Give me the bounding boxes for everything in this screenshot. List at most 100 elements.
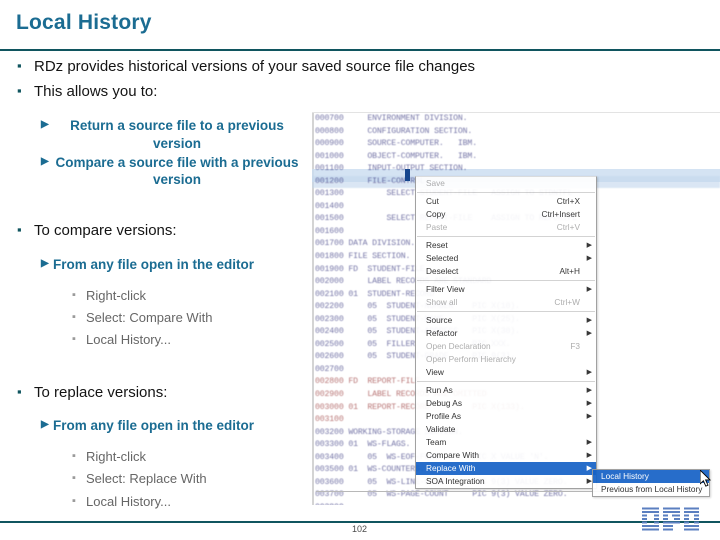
menu-item-copy[interactable]: Copy Ctrl+Insert: [416, 208, 596, 221]
menu-item-filter-view[interactable]: Filter View ▶: [416, 283, 596, 296]
code-line: 000900 SOURCE-COMPUTER. IBM.: [315, 139, 477, 149]
list-item: ▪ Right-click: [0, 285, 330, 307]
arrow-bullet-icon: ▶: [41, 257, 49, 269]
list-item: ▪ Select: Compare With: [0, 307, 330, 329]
footer-divider: [0, 521, 720, 523]
ibm-logo-icon: [642, 507, 699, 531]
text-caret: [405, 169, 410, 181]
arrow-bullet-icon: ▶: [41, 155, 49, 167]
list-item: ▶ From any file open in the editor: [0, 417, 288, 435]
chevron-right-icon: ▶: [586, 242, 592, 249]
code-line: 000700 ENVIRONMENT DIVISION.: [315, 114, 468, 123]
menu-item-shortcut: Ctrl+Insert: [541, 209, 581, 219]
menu-item-label: Save: [426, 178, 445, 188]
menu-item-save: Save: [416, 177, 596, 190]
menu-item-run-as[interactable]: Run As ▶: [416, 384, 596, 397]
context-menu[interactable]: Save Cut Ctrl+X Copy Ctrl+Insert Paste Ctrl+V R…: [415, 176, 597, 489]
page-title: Local History: [16, 11, 152, 34]
menu-item-profile-as[interactable]: Profile As ▶: [416, 410, 596, 423]
menu-item-label: Previous from Local History: [601, 484, 703, 494]
menu-item-refactor[interactable]: Refactor ▶: [416, 327, 596, 340]
square-bullet-icon: ▪: [72, 333, 76, 346]
menu-item-source[interactable]: Source ▶: [416, 314, 596, 327]
list-item-label: To replace versions:: [34, 383, 168, 401]
code-line: 001000 OBJECT-COMPUTER. IBM.: [315, 151, 477, 161]
menu-item-paste: Paste Ctrl+V: [416, 221, 596, 234]
list-item-label: Right-click: [86, 448, 146, 464]
list-item: ▪ Local History...: [0, 329, 330, 351]
list-item: ▪ Select: Replace With: [0, 468, 330, 490]
menu-item-view[interactable]: View ▶: [416, 366, 596, 379]
menu-item-replace-with[interactable]: Replace With ▶: [416, 462, 596, 475]
menu-item-compare-with[interactable]: Compare With ▶: [416, 449, 596, 462]
menu-separator: [417, 192, 595, 193]
chevron-right-icon: ▶: [586, 452, 592, 459]
menu-item-label: Profile As: [426, 411, 462, 421]
square-bullet-icon: ▪: [72, 449, 76, 462]
list-item: ▪ RDz provides historical versions of yo…: [0, 56, 475, 77]
menu-item-open-perform-hierarchy: Open Perform Hierarchy: [416, 353, 596, 366]
menu-item-reset[interactable]: Reset ▶: [416, 239, 596, 252]
menu-item-label: Local History: [601, 471, 649, 481]
slide-canvas: Local History ▪ RDz provides historical …: [0, 0, 720, 540]
menu-item-debug-as[interactable]: Debug As ▶: [416, 397, 596, 410]
menu-item-previous-from-local-history[interactable]: Previous from Local History: [593, 483, 709, 496]
menu-separator: [417, 381, 595, 382]
menu-item-validate[interactable]: Validate: [416, 423, 596, 436]
menu-item-show-all: Show all Ctrl+W: [416, 296, 596, 309]
list-item-label: Compare a source file with a previous ve…: [55, 154, 299, 188]
list-item-label: Select: Replace With: [86, 471, 207, 487]
list-item: ▶ From any file open in the editor: [0, 256, 288, 274]
menu-item-team[interactable]: Team ▶: [416, 436, 596, 449]
menu-item-label: Deselect: [426, 266, 459, 276]
list-item-label: This allows you to:: [34, 83, 158, 101]
menu-separator: [417, 311, 595, 312]
chevron-right-icon: ▶: [586, 439, 592, 446]
menu-item-label: Team: [426, 437, 447, 447]
editor-horizontal-separator: [316, 491, 632, 492]
list-item-label: Select: Compare With: [86, 310, 213, 326]
menu-item-label: Reset: [426, 240, 448, 250]
context-submenu-replace-with[interactable]: Local History Previous from Local History: [592, 469, 710, 497]
menu-item-label: View: [426, 367, 444, 377]
arrow-bullet-icon: ▶: [41, 419, 49, 431]
menu-item-soa-integration[interactable]: SOA Integration ▶: [416, 475, 596, 488]
menu-item-label: Paste: [426, 222, 448, 232]
menu-item-shortcut: Alt+H: [559, 266, 580, 276]
list-item-label: From any file open in the editor: [53, 418, 255, 434]
menu-item-deselect[interactable]: Deselect Alt+H: [416, 265, 596, 278]
list-item-label: Right-click: [86, 287, 146, 303]
chevron-right-icon: ▶: [586, 400, 592, 407]
menu-item-shortcut: Ctrl+X: [556, 196, 580, 206]
list-item: ▪ This allows you to:: [0, 81, 330, 102]
page-number: 102: [352, 524, 368, 534]
list-item-label: To compare versions:: [34, 222, 177, 240]
square-bullet-icon: ▪: [17, 58, 22, 73]
menu-item-shortcut: Ctrl+W: [554, 297, 580, 307]
chevron-right-icon: ▶: [586, 387, 592, 394]
list-item-label: Local History...: [86, 332, 172, 348]
menu-item-cut[interactable]: Cut Ctrl+X: [416, 195, 596, 208]
menu-item-local-history[interactable]: Local History: [593, 470, 709, 483]
square-bullet-icon: ▪: [17, 83, 22, 99]
chevron-right-icon: ▶: [586, 330, 592, 337]
menu-item-label: Compare With: [426, 450, 480, 460]
menu-item-label: Open Declaration: [426, 341, 491, 351]
chevron-right-icon: ▶: [586, 286, 592, 293]
square-bullet-icon: ▪: [72, 288, 76, 301]
list-item-label: Return a source file to a previous versi…: [70, 117, 284, 151]
menu-item-label: Run As: [426, 385, 453, 395]
list-item-label: RDz provides historical versions of your…: [34, 58, 476, 75]
menu-item-selected[interactable]: Selected ▶: [416, 252, 596, 265]
list-item: ▶ Compare a source file with a previous …: [0, 154, 301, 190]
menu-item-label: Cut: [426, 196, 439, 206]
menu-item-label: SOA Integration: [426, 476, 485, 486]
menu-item-label: Filter View: [426, 284, 465, 294]
arrow-bullet-icon: ▶: [41, 118, 49, 130]
menu-item-label: Replace With: [426, 463, 476, 473]
